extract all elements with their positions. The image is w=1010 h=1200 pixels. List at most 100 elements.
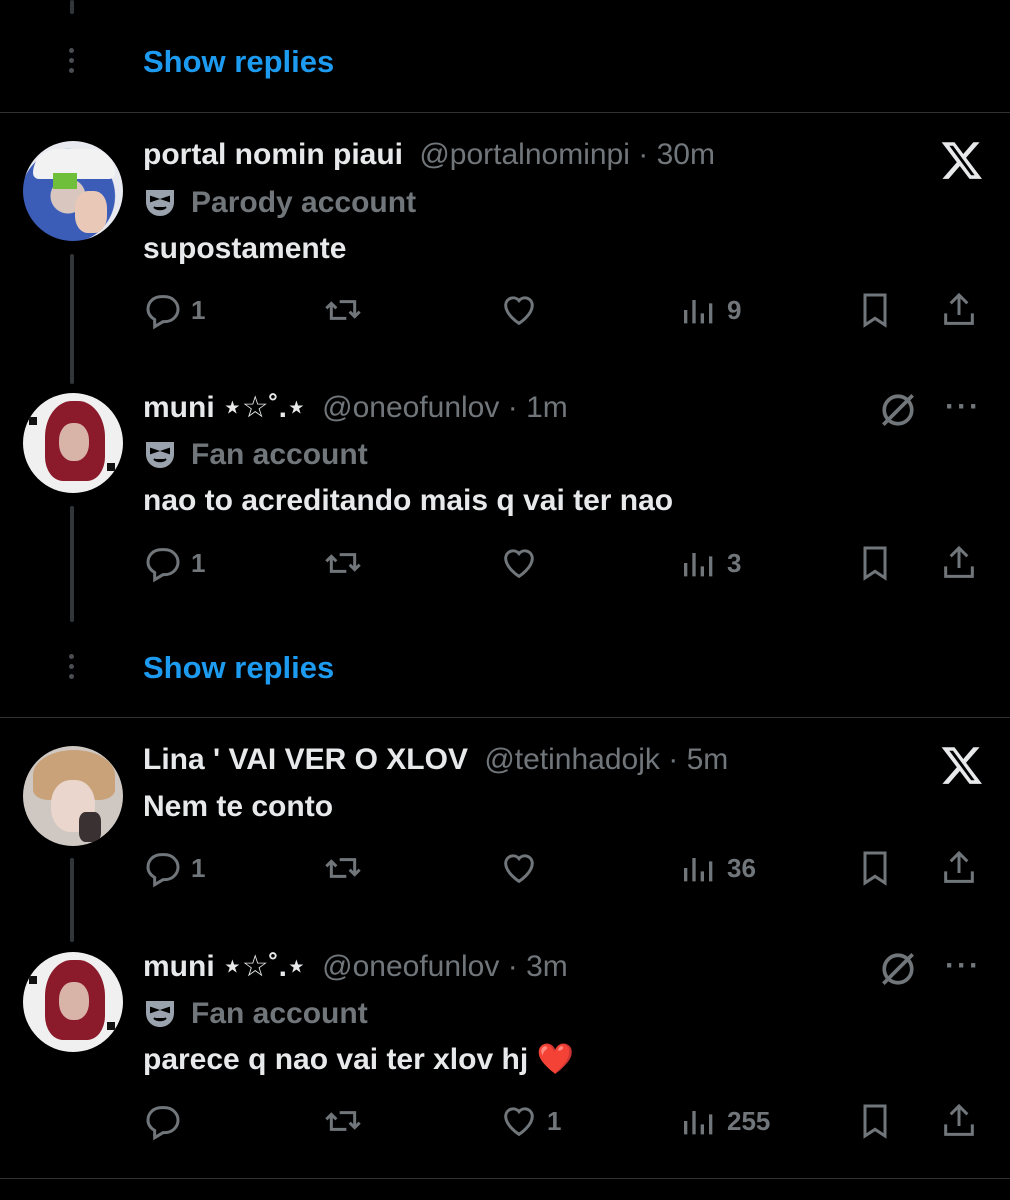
reply-icon bbox=[146, 1106, 180, 1141]
thread-line bbox=[70, 0, 74, 14]
badge-label: Fan account bbox=[191, 438, 368, 471]
bookmark-button[interactable] bbox=[855, 1099, 895, 1143]
action-bar: 1 36 bbox=[143, 846, 993, 890]
display-name[interactable]: portal nomin piaui bbox=[143, 138, 403, 171]
thread-line bbox=[70, 254, 74, 384]
avatar[interactable] bbox=[23, 746, 123, 846]
mask-icon bbox=[146, 1001, 174, 1027]
bookmark-icon bbox=[863, 1104, 887, 1139]
show-replies-button[interactable]: Show replies bbox=[143, 650, 334, 686]
repost-button[interactable] bbox=[323, 1099, 371, 1143]
fan-badge: Fan account bbox=[143, 997, 368, 1031]
views-icon bbox=[684, 553, 713, 577]
divider bbox=[0, 1178, 1010, 1179]
bookmark-icon bbox=[863, 546, 887, 581]
timestamp[interactable]: 30m bbox=[657, 138, 715, 171]
post-text: Nem te conto bbox=[143, 790, 334, 823]
display-name[interactable]: muni ⋆☆˚.⋆ bbox=[143, 950, 306, 983]
share-button[interactable] bbox=[939, 288, 979, 332]
thread-dots bbox=[69, 654, 75, 684]
like-icon bbox=[504, 1107, 534, 1137]
share-button[interactable] bbox=[939, 1099, 979, 1143]
views-button[interactable]: 36 bbox=[679, 846, 756, 890]
like-button[interactable] bbox=[499, 541, 547, 585]
reply-button[interactable]: 1 bbox=[143, 288, 205, 332]
reply-count: 1 bbox=[191, 547, 206, 578]
views-button[interactable]: 255 bbox=[679, 1099, 770, 1143]
repost-icon bbox=[325, 300, 361, 320]
post-header: Lina ' VAI VER O XLOV @tetinhadojk · 5m bbox=[143, 743, 728, 777]
repost-icon bbox=[325, 858, 361, 878]
x-logo-icon bbox=[941, 142, 982, 179]
views-icon bbox=[684, 300, 713, 324]
repost-icon bbox=[325, 553, 361, 573]
badge-label: Fan account bbox=[191, 997, 368, 1030]
handle[interactable]: @tetinhadojk bbox=[484, 743, 660, 776]
timestamp[interactable]: 1m bbox=[526, 391, 568, 424]
views-icon bbox=[684, 858, 713, 882]
more-icon[interactable]: ··· bbox=[945, 949, 981, 983]
repost-icon bbox=[325, 1111, 361, 1131]
reply-button[interactable]: 1 bbox=[143, 541, 205, 585]
bookmark-button[interactable] bbox=[855, 846, 895, 890]
views-count: 255 bbox=[727, 1105, 771, 1136]
display-name[interactable]: Lina ' VAI VER O XLOV bbox=[143, 743, 468, 776]
like-button[interactable] bbox=[499, 846, 547, 890]
post-header: portal nomin piaui @portalnominpi · 30m bbox=[143, 138, 715, 172]
show-replies-button[interactable]: Show replies bbox=[143, 44, 334, 80]
divider bbox=[0, 112, 1010, 113]
bookmark-button[interactable] bbox=[855, 541, 895, 585]
post-header: muni ⋆☆˚.⋆ @oneofunlov · 3m bbox=[143, 949, 568, 984]
timestamp[interactable]: 3m bbox=[526, 950, 568, 983]
handle[interactable]: @oneofunlov bbox=[322, 950, 499, 983]
post-text: supostamente bbox=[143, 232, 347, 265]
handle[interactable]: @portalnominpi bbox=[419, 138, 630, 171]
more-icon[interactable]: ··· bbox=[945, 390, 981, 424]
reply-icon bbox=[146, 548, 180, 583]
muted-slash-icon[interactable] bbox=[876, 947, 920, 991]
post-header: muni ⋆☆˚.⋆ @oneofunlov · 1m bbox=[143, 390, 568, 425]
share-button[interactable] bbox=[939, 541, 979, 585]
separator: · bbox=[668, 743, 679, 776]
action-bar: 1 3 bbox=[143, 541, 993, 585]
badge-label: Parody account bbox=[191, 186, 417, 219]
x-logo-icon bbox=[941, 747, 982, 784]
repost-button[interactable] bbox=[323, 846, 371, 890]
like-icon bbox=[504, 549, 534, 579]
repost-button[interactable] bbox=[323, 288, 371, 332]
display-name[interactable]: muni ⋆☆˚.⋆ bbox=[143, 391, 306, 424]
share-icon bbox=[944, 545, 974, 578]
avatar[interactable] bbox=[23, 141, 123, 241]
post-text: nao to acreditando mais q vai ter nao bbox=[143, 484, 674, 517]
share-icon bbox=[944, 850, 974, 883]
repost-button[interactable] bbox=[323, 541, 371, 585]
mask-icon bbox=[146, 190, 174, 216]
thread-line bbox=[70, 506, 74, 622]
views-button[interactable]: 9 bbox=[679, 288, 741, 332]
separator: · bbox=[638, 138, 649, 171]
views-button[interactable]: 3 bbox=[679, 541, 741, 585]
bookmark-icon bbox=[863, 851, 887, 886]
share-button[interactable] bbox=[939, 846, 979, 890]
handle[interactable]: @oneofunlov bbox=[322, 391, 499, 424]
parody-badge: Parody account bbox=[143, 186, 416, 220]
reply-count: 1 bbox=[191, 294, 206, 325]
divider bbox=[0, 717, 1010, 718]
views-count: 36 bbox=[727, 852, 756, 883]
reply-button[interactable] bbox=[143, 1099, 191, 1143]
reply-button[interactable]: 1 bbox=[143, 846, 205, 890]
muted-slash-icon[interactable] bbox=[876, 388, 920, 432]
share-icon bbox=[944, 292, 974, 325]
bookmark-button[interactable] bbox=[855, 288, 895, 332]
timestamp[interactable]: 5m bbox=[687, 743, 729, 776]
reply-count: 1 bbox=[191, 852, 206, 883]
avatar[interactable] bbox=[23, 393, 123, 493]
views-count: 3 bbox=[727, 547, 742, 578]
like-button[interactable] bbox=[499, 288, 547, 332]
avatar[interactable] bbox=[23, 952, 123, 1052]
share-icon bbox=[944, 1103, 974, 1136]
separator: · bbox=[507, 950, 518, 983]
views-count: 9 bbox=[727, 294, 742, 325]
like-button[interactable]: 1 bbox=[499, 1099, 561, 1143]
post-text: parece q nao vai ter xlov hj ❤️ bbox=[143, 1043, 574, 1076]
